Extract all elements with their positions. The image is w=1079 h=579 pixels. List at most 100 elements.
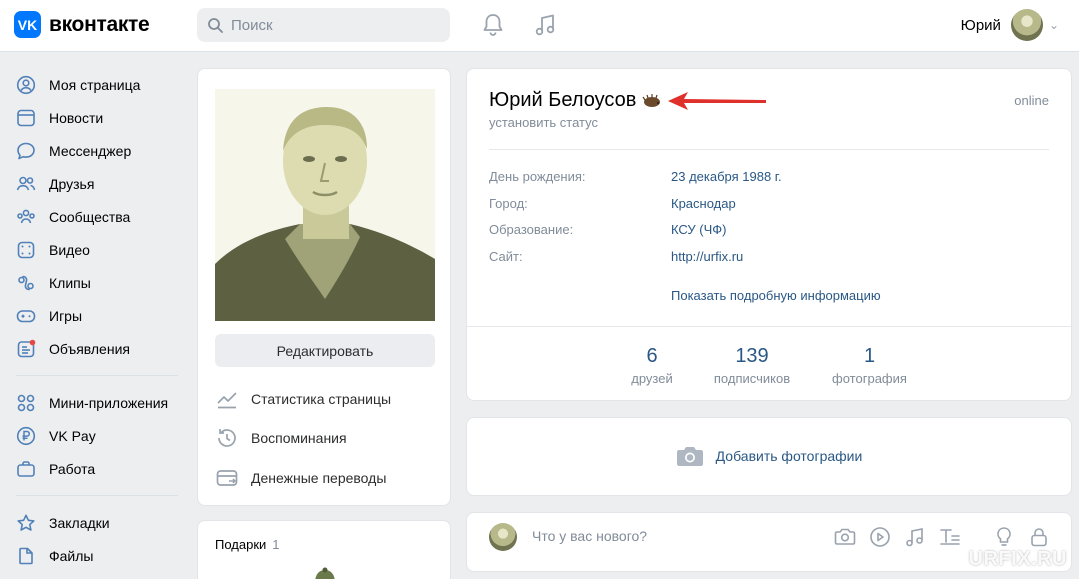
search-icon (208, 18, 223, 33)
sidebar-item-label: Мини-приложения (49, 394, 169, 411)
info-value[interactable]: КСУ (ЧФ) (671, 222, 726, 237)
sidebar-item-mini-apps[interactable]: Мини-приложения (16, 386, 186, 419)
camera-icon (676, 447, 703, 466)
counter-number: 1 (863, 345, 876, 367)
post-tools (822, 525, 1051, 549)
sidebar-item-label: Моя страница (49, 76, 141, 93)
show-more-info-link[interactable]: Показать подробную информацию (671, 288, 881, 303)
search-input[interactable] (231, 16, 431, 34)
sidebar-item-ads[interactable]: Объявления (16, 332, 186, 365)
vk-logo-icon: VK (14, 11, 41, 38)
profile-name-row: Юрий Белоусов (489, 89, 768, 112)
newspaper-icon (17, 109, 35, 126)
set-status-link[interactable]: установить статус (489, 115, 598, 130)
music-note-icon[interactable] (903, 525, 927, 549)
friends-icon (16, 176, 36, 190)
lock-icon[interactable] (1027, 525, 1051, 549)
counter-friends[interactable]: 6 друзей (612, 345, 692, 386)
online-status: online (1014, 93, 1049, 108)
counter-number: 6 (646, 345, 658, 367)
sidebar-item-my-page[interactable]: Моя страница (16, 68, 186, 101)
user-circle-icon (16, 75, 36, 94)
info-row-birthday: День рождения: 23 декабря 1988 г. (489, 169, 782, 184)
history-icon (218, 429, 236, 447)
article-icon[interactable] (938, 525, 962, 549)
info-value[interactable]: http://urfix.ru (671, 249, 743, 264)
sidebar-item-games[interactable]: Игры (16, 299, 186, 332)
video-icon (17, 241, 35, 258)
sidebar-item-label: Закладки (49, 514, 110, 531)
music-note-icon[interactable] (533, 12, 559, 38)
profile-photo[interactable] (215, 89, 435, 321)
left-sidebar: Моя страница Новости Мессенджер Друзья С… (16, 68, 186, 572)
sidebar-item-label: Клипы (49, 274, 91, 291)
info-row-site: Сайт: http://urfix.ru (489, 249, 743, 264)
sidebar-item-messenger[interactable]: Мессенджер (16, 134, 186, 167)
page-statistics-link[interactable]: Статистика страницы (215, 387, 391, 411)
lightbulb-icon[interactable] (992, 525, 1016, 549)
gifts-card[interactable]: Подарки 1 (197, 520, 451, 579)
info-row-education: Образование: КСУ (ЧФ) (489, 222, 726, 237)
sidebar-item-video[interactable]: Видео (16, 233, 186, 266)
add-photos-label: Добавить фотографии (715, 448, 863, 464)
memories-link[interactable]: Воспоминания (215, 426, 347, 450)
sidebar-divider (16, 495, 178, 496)
add-photos-button[interactable]: Добавить фотографии (467, 444, 1071, 468)
gifts-label: Подарки (215, 537, 267, 552)
hedgehog-emoji-icon (642, 93, 661, 107)
sidebar-item-files[interactable]: Файлы (16, 539, 186, 572)
counter-label: фотография (832, 371, 907, 386)
camera-icon[interactable] (833, 525, 857, 549)
info-value[interactable]: Краснодар (671, 196, 736, 211)
profile-photo-image (215, 89, 435, 321)
user-name: Юрий (960, 16, 1001, 34)
clips-icon (18, 275, 34, 290)
info-label: Сайт: (489, 249, 523, 264)
communities-icon (17, 209, 35, 223)
info-row-city: Город: Краснодар (489, 196, 736, 211)
counter-label: подписчиков (713, 371, 791, 386)
sidebar-item-work[interactable]: Работа (16, 452, 186, 485)
search-box[interactable] (197, 8, 450, 42)
side-link-label: Денежные переводы (251, 470, 387, 486)
profile-name: Юрий Белоусов (489, 89, 637, 111)
new-post-input[interactable] (532, 528, 782, 544)
watermark: URFIX.RU (968, 548, 1067, 570)
user-menu[interactable]: Юрий ⌄ (961, 9, 1059, 41)
video-play-icon[interactable] (868, 525, 892, 549)
sidebar-item-label: VK Pay (49, 427, 96, 444)
money-transfers-link[interactable]: Денежные переводы (215, 466, 386, 490)
briefcase-icon (17, 460, 35, 477)
sidebar-item-friends[interactable]: Друзья (16, 167, 186, 200)
red-arrow-icon (668, 91, 767, 110)
top-header: VK вконтакте Юрий ⌄ (0, 0, 1079, 52)
gifts-title: Подарки 1 (215, 537, 280, 552)
vk-logo[interactable]: VK вконтакте (14, 11, 150, 38)
profile-info-card: Юрий Белоусов установить статус online Д… (466, 68, 1072, 401)
sidebar-item-vk-pay[interactable]: VK Pay (16, 419, 186, 452)
counter-photos[interactable]: 1 фотография (822, 345, 917, 386)
counter-label: друзей (631, 371, 673, 386)
sidebar-item-news[interactable]: Новости (16, 101, 186, 134)
counter-followers[interactable]: 139 подписчиков (702, 345, 802, 386)
add-photos-card: Добавить фотографии (466, 417, 1072, 496)
sidebar-item-communities[interactable]: Сообщества (16, 200, 186, 233)
sidebar-item-label: Объявления (49, 340, 130, 357)
apps-icon (17, 394, 35, 411)
sidebar-divider (16, 375, 178, 376)
info-label: День рождения: (489, 169, 586, 184)
logo-text: вконтакте (49, 12, 150, 36)
avatar (1010, 9, 1043, 41)
gifts-count: 1 (272, 537, 280, 552)
sidebar-item-label: Сообщества (49, 208, 131, 225)
edit-profile-button[interactable]: Редактировать (215, 334, 435, 367)
gamepad-icon (16, 309, 36, 322)
sidebar-item-label: Друзья (49, 175, 95, 192)
info-label: Образование: (489, 222, 574, 237)
star-icon (17, 514, 35, 531)
info-value[interactable]: 23 декабря 1988 г. (671, 169, 782, 184)
sidebar-item-bookmarks[interactable]: Закладки (16, 506, 186, 539)
sidebar-item-clips[interactable]: Клипы (16, 266, 186, 299)
profile-photo-card: Редактировать Статистика страницы Воспом… (197, 68, 451, 506)
bell-icon[interactable] (480, 12, 506, 38)
